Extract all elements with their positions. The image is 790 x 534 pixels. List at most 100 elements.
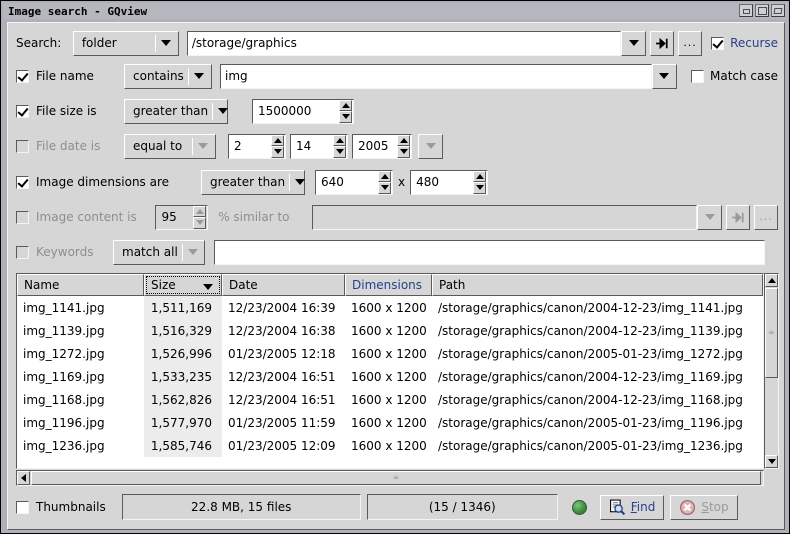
- spinner-down-button[interactable]: [333, 146, 346, 158]
- results-vertical-scrollbar[interactable]: ≡: [764, 273, 779, 469]
- search-path-browse-button[interactable]: ...: [678, 30, 703, 56]
- dimensions-checkbox[interactable]: [16, 175, 29, 189]
- scroll-thumb[interactable]: ≡: [765, 288, 778, 378]
- search-scope-combo[interactable]: folder: [72, 30, 179, 56]
- dialog-client-area: Search: folder /storage/graphics ... Rec…: [7, 22, 785, 530]
- filename-match-combo[interactable]: contains: [124, 63, 212, 89]
- search-label: Search:: [16, 36, 62, 50]
- search-path-goto-button[interactable]: [650, 30, 675, 56]
- content-goto-button[interactable]: [726, 204, 750, 230]
- spinner-buttons[interactable]: [193, 205, 207, 229]
- summary-status: 22.8 MB, 15 files: [121, 494, 361, 520]
- cell-date: 12/23/2004 16:38: [228, 323, 336, 338]
- spinner-up-button[interactable]: [193, 205, 207, 217]
- content-dropdown-button[interactable]: [697, 204, 722, 230]
- chevron-down-icon: [628, 40, 639, 46]
- cell-name: img_1139.jpg: [23, 323, 105, 338]
- search-path-dropdown-button[interactable]: [621, 30, 647, 56]
- filedate-year-spinner[interactable]: 2005: [352, 133, 412, 159]
- cell-dimensions: 1600 x 1200: [351, 415, 427, 430]
- keywords-match-combo[interactable]: match all: [113, 239, 205, 265]
- scroll-left-button[interactable]: [17, 471, 30, 485]
- table-row[interactable]: img_1141.jpg 1,511,169 12/23/2004 16:39 160…: [17, 296, 763, 319]
- spinner-up-button[interactable]: [333, 134, 346, 146]
- column-header-name[interactable]: Name: [17, 274, 144, 296]
- filedate-checkbox[interactable]: [16, 139, 29, 153]
- go-to-icon: [655, 37, 668, 49]
- find-button[interactable]: Find: [599, 494, 665, 520]
- content-row: Image content is 95 % similar to ...: [16, 204, 778, 230]
- content-percent-spinner[interactable]: 95: [155, 204, 209, 230]
- match-case-checkbox[interactable]: [690, 69, 704, 83]
- column-header-date[interactable]: Date: [222, 274, 345, 296]
- filedate-calendar-button[interactable]: [418, 133, 443, 159]
- column-header-size[interactable]: Size: [144, 274, 222, 296]
- filename-input[interactable]: img: [220, 63, 652, 89]
- scroll-down-button[interactable]: [765, 455, 778, 468]
- spinner-buttons[interactable]: [271, 134, 284, 158]
- recurse-checkbox[interactable]: [711, 36, 725, 50]
- table-row[interactable]: img_1196.jpg 1,577,970 01/23/2005 11:59 160…: [17, 411, 763, 434]
- spinner-buttons[interactable]: [339, 99, 352, 123]
- table-row[interactable]: img_1272.jpg 1,526,996 01/23/2005 12:18 160…: [17, 342, 763, 365]
- scroll-up-button[interactable]: [765, 274, 778, 287]
- dimensions-compare-combo[interactable]: greater than: [201, 169, 306, 195]
- dimensions-height-spinner[interactable]: 480: [410, 169, 489, 195]
- close-button[interactable]: [771, 4, 785, 17]
- scroll-grip: ≡: [768, 328, 775, 337]
- filedate-day-spinner[interactable]: 14: [290, 133, 348, 159]
- spinner-up-button[interactable]: [339, 99, 352, 111]
- table-row[interactable]: img_1168.jpg 1,562,826 12/23/2004 16:51 160…: [17, 388, 763, 411]
- progress-text: (15 / 1346): [428, 500, 496, 514]
- cell-size: 1,516,329: [150, 323, 212, 338]
- spinner-buttons[interactable]: [333, 134, 346, 158]
- spinner-down-button[interactable]: [339, 111, 352, 123]
- content-checkbox[interactable]: [16, 210, 29, 224]
- minimize-button[interactable]: [739, 4, 753, 17]
- results-list[interactable]: Name Size Date Dimensions Path img_1141.…: [16, 273, 764, 469]
- filename-checkbox[interactable]: [16, 69, 29, 83]
- filesize-value-spinner[interactable]: 1500000: [252, 98, 354, 124]
- window-titlebar[interactable]: Image search - GQview: [3, 3, 787, 19]
- chevron-down-icon: [194, 73, 204, 79]
- filedate-month-spinner[interactable]: 2: [228, 133, 286, 159]
- scroll-thumb[interactable]: ≡: [31, 471, 761, 485]
- find-button-label: Find: [630, 500, 656, 514]
- filename-dropdown-button[interactable]: [651, 63, 677, 89]
- dimensions-width-spinner[interactable]: 640: [315, 169, 393, 195]
- spinner-down-button[interactable]: [378, 182, 391, 194]
- thumbnails-checkbox[interactable]: [16, 500, 29, 514]
- spinner-buttons[interactable]: [473, 170, 487, 194]
- table-row[interactable]: img_1139.jpg 1,516,329 12/23/2004 16:38 160…: [17, 319, 763, 342]
- combo-divider: [188, 67, 189, 85]
- activity-led-icon: [571, 499, 587, 515]
- spinner-down-button[interactable]: [193, 217, 207, 229]
- spinner-up-button[interactable]: [378, 170, 391, 182]
- stop-button[interactable]: Stop: [670, 494, 738, 520]
- spinner-up-button[interactable]: [397, 134, 410, 146]
- triangle-up-icon: [767, 278, 776, 283]
- spinner-down-button[interactable]: [473, 182, 487, 194]
- spinner-up-button[interactable]: [473, 170, 487, 182]
- search-path-input[interactable]: /storage/graphics: [186, 30, 622, 56]
- keywords-input[interactable]: [214, 239, 765, 265]
- spinner-down-button[interactable]: [397, 146, 410, 158]
- filesize-compare-combo[interactable]: greater than: [124, 98, 229, 124]
- spinner-up-button[interactable]: [271, 134, 284, 146]
- filesize-checkbox[interactable]: [16, 104, 29, 118]
- spinner-buttons[interactable]: [397, 134, 410, 158]
- content-similar-input[interactable]: [311, 204, 697, 230]
- maximize-button[interactable]: [755, 4, 769, 17]
- column-header-path[interactable]: Path: [432, 274, 763, 296]
- keywords-checkbox[interactable]: [16, 245, 29, 259]
- content-browse-button[interactable]: ...: [754, 204, 778, 230]
- filedate-compare-combo[interactable]: equal to: [124, 133, 216, 159]
- cell-dimensions: 1600 x 1200: [351, 369, 427, 384]
- results-horizontal-scrollbar[interactable]: ≡: [16, 470, 764, 486]
- table-row[interactable]: img_1169.jpg 1,533,235 12/23/2004 16:51 160…: [17, 365, 763, 388]
- table-row[interactable]: img_1236.jpg 1,585,746 01/23/2005 12:09 160…: [17, 434, 763, 457]
- spinner-buttons[interactable]: [378, 170, 391, 194]
- spinner-down-button[interactable]: [271, 146, 284, 158]
- column-header-dimensions[interactable]: Dimensions: [345, 274, 432, 296]
- dimensions-height-value: 480: [416, 175, 440, 189]
